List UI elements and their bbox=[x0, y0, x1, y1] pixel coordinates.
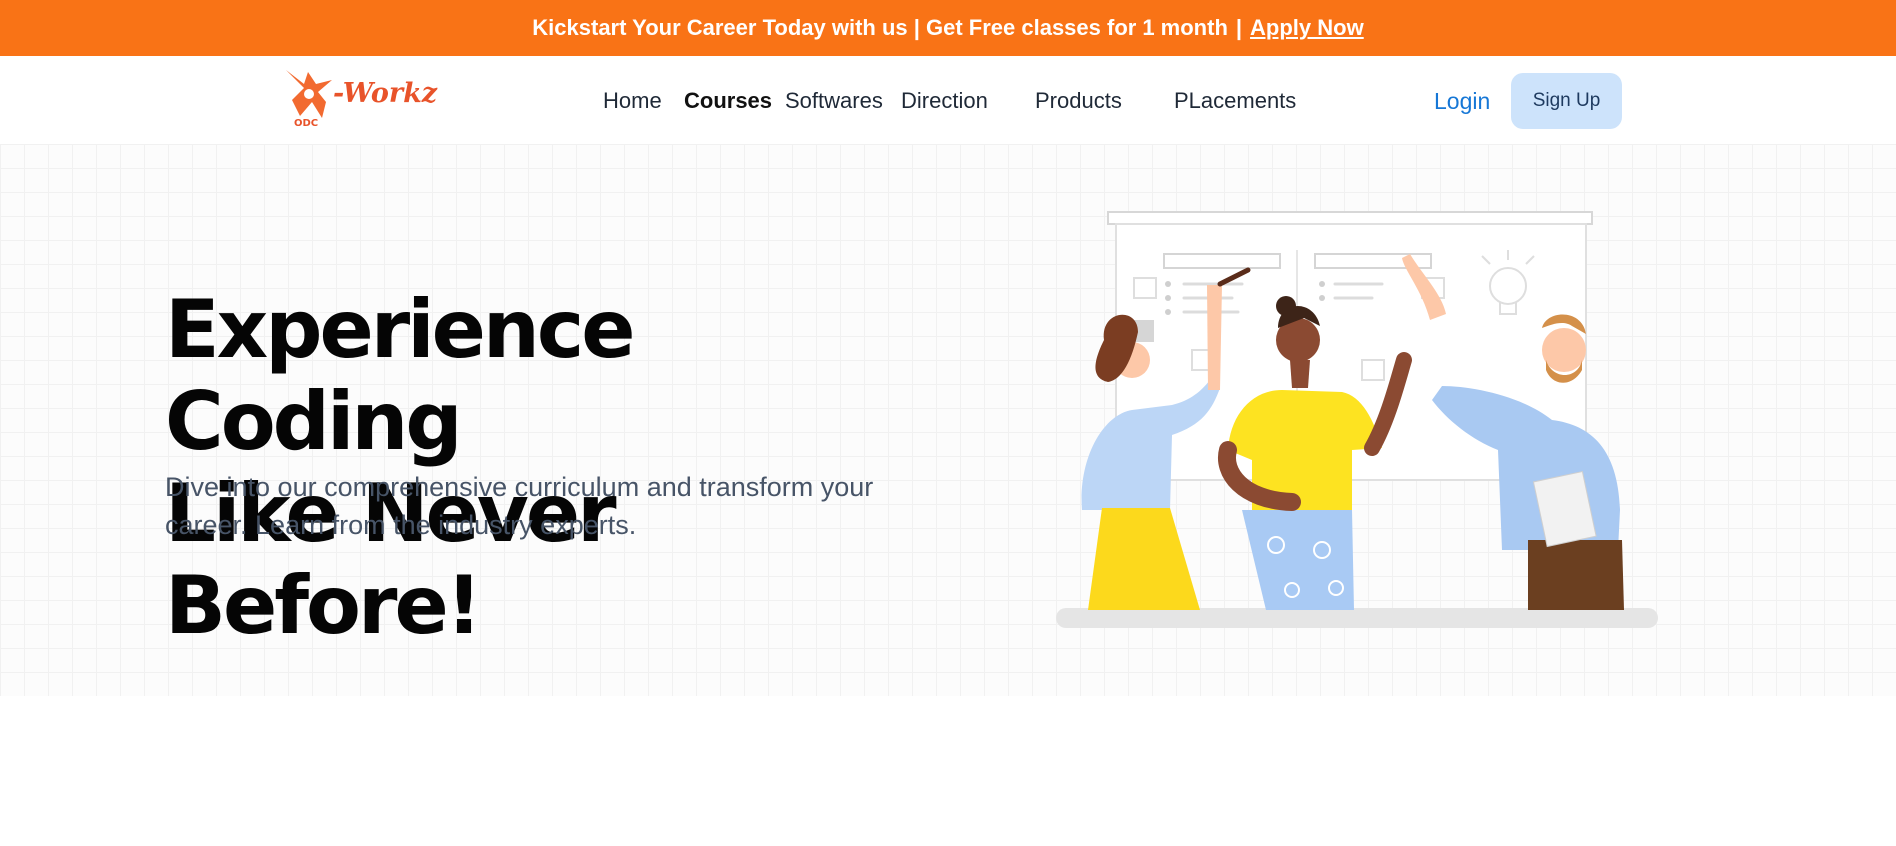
nav-home[interactable]: Home bbox=[603, 88, 662, 114]
logo-sub-text: ODC bbox=[294, 118, 318, 128]
login-link[interactable]: Login bbox=[1434, 88, 1490, 115]
hero-subtext: Dive into our comprehensive curriculum a… bbox=[165, 472, 874, 540]
nav-softwares[interactable]: Softwares bbox=[785, 88, 883, 114]
headline-part1: Experience bbox=[165, 283, 636, 376]
nav-direction[interactable]: Direction bbox=[901, 88, 988, 114]
banner-text: Kickstart Your Career Today with us | Ge… bbox=[532, 15, 1137, 40]
nav-placements[interactable]: PLacements bbox=[1174, 88, 1296, 114]
team-collaboration-illustration bbox=[1056, 211, 1658, 628]
banner-highlight: 1 month bbox=[1142, 15, 1228, 40]
banner-separator: | bbox=[1235, 15, 1243, 40]
apply-now-link[interactable]: Apply Now bbox=[1250, 15, 1364, 41]
nav-products[interactable]: Products bbox=[1035, 88, 1122, 114]
headline-highlight-word: Coding bbox=[165, 375, 463, 468]
logo-wordmark: -Workz bbox=[333, 78, 438, 109]
promo-banner: Kickstart Your Career Today with us | Ge… bbox=[0, 0, 1896, 56]
headline-highlight: Coding bbox=[165, 375, 463, 468]
signup-button[interactable]: Sign Up bbox=[1511, 73, 1622, 129]
nav-courses[interactable]: Courses bbox=[684, 88, 772, 114]
